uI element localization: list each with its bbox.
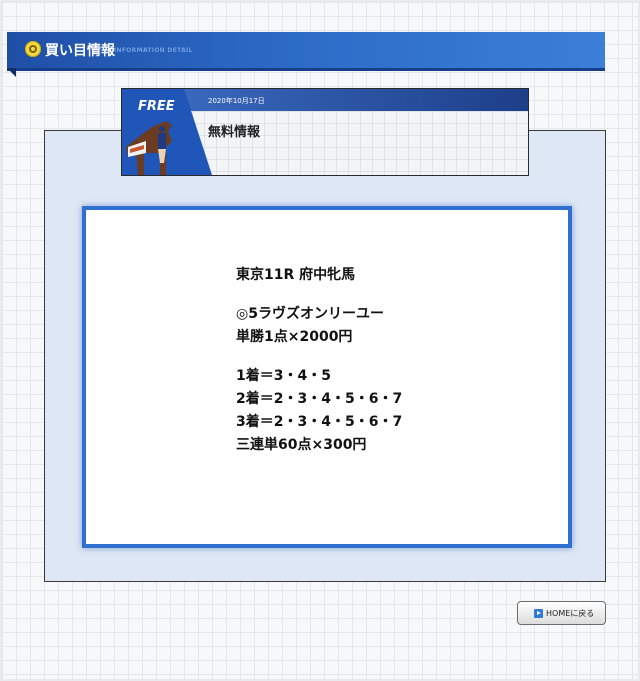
betting-lines: 東京11R 府中牝馬 ◎5ラヴズオンリーユー 単勝1点×2000円 1着＝3・4… bbox=[236, 264, 402, 457]
home-button[interactable]: HOMEに戻る bbox=[517, 601, 606, 625]
page-background: 買い目情報 INFORMATION DETAIL FREE 2020年10月17… bbox=[2, 2, 638, 679]
horse-jockey-icon bbox=[126, 121, 172, 175]
third-place: 3着＝2・3・4・5・6・7 bbox=[236, 414, 403, 430]
banner-date: 2020年10月17日 bbox=[208, 97, 265, 105]
betting-info-box: 東京11R 府中牝馬 ◎5ラヴズオンリーユー 単勝1点×2000円 1着＝3・4… bbox=[82, 206, 572, 548]
banner-label: 無料情報 bbox=[208, 125, 261, 140]
pick-horse: ◎5ラヴズオンリーユー bbox=[236, 306, 384, 322]
home-button-label: HOMEに戻る bbox=[546, 609, 595, 618]
ribbon-fold bbox=[7, 68, 16, 77]
race-name: 東京11R 府中牝馬 bbox=[236, 267, 356, 283]
first-place: 1着＝3・4・5 bbox=[236, 368, 331, 384]
second-place: 2着＝2・3・4・5・6・7 bbox=[236, 391, 403, 407]
section-header: 買い目情報 INFORMATION DETAIL bbox=[7, 32, 605, 71]
trifecta-bet: 三連単60点×300円 bbox=[236, 437, 367, 453]
target-icon bbox=[25, 41, 41, 57]
free-badge: FREE bbox=[138, 99, 175, 114]
section-title: 買い目情報 bbox=[45, 43, 115, 59]
section-subtitle: INFORMATION DETAIL bbox=[114, 47, 193, 54]
free-info-banner: FREE 2020年10月17日 無料情報 bbox=[121, 88, 529, 176]
win-bet: 単勝1点×2000円 bbox=[236, 329, 353, 345]
play-arrow-icon bbox=[534, 609, 543, 618]
